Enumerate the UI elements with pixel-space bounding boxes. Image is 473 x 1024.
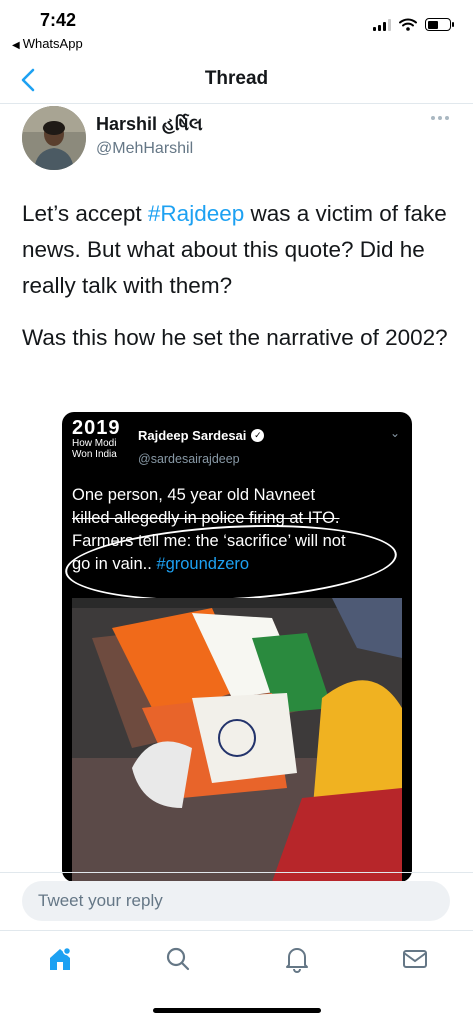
verified-icon: ✓ [251,429,265,442]
embedded-author-handle: @sardesairajdeep [138,452,240,466]
chevron-down-icon: ⌄ [389,426,400,440]
embedded-line: One person, 45 year old Navneet [72,486,316,504]
bell-icon [286,948,308,973]
nav-bar: Thread [0,56,473,104]
tab-search[interactable] [162,943,194,975]
tab-home[interactable] [44,943,76,975]
home-icon [50,946,72,970]
status-time: 7:42 [40,10,77,30]
mail-icon [403,950,427,968]
cellular-signal-icon [373,18,391,31]
battery-icon [425,18,454,31]
author-handle[interactable]: @MehHarshil [96,140,193,158]
embedded-avatar-line1: How Modi [72,438,117,449]
reply-input[interactable] [22,881,450,921]
back-to-app-link[interactable]: ◀ WhatsApp [12,36,83,51]
page-title: Thread [204,68,269,89]
embedded-avatar: 2019 How Modi Won India [72,418,128,478]
tweet-text-part: Let’s accept [22,201,148,226]
search-icon [166,947,190,971]
back-triangle-icon: ◀ [12,40,20,51]
home-indicator [153,1008,321,1013]
tweet-text: Let’s accept #Rajdeep was a victim of fa… [22,196,462,372]
status-icons [373,18,454,31]
embedded-photo [72,598,402,882]
reply-bar [0,872,473,930]
wifi-icon [399,18,417,31]
tab-messages[interactable] [399,943,431,975]
battery-fill [427,20,438,29]
embedded-author-name: Rajdeep Sardesai ✓ [138,428,265,443]
status-bar: 7:42 ◀ WhatsApp [0,0,473,56]
embedded-avatar-year: 2019 [72,417,121,439]
embedded-avatar-line2: Won India [72,449,117,460]
author-avatar[interactable] [22,106,86,170]
tweet-media-image[interactable]: 2019 How Modi Won India Rajdeep Sardesai… [62,412,412,882]
tab-notifications[interactable] [281,943,313,975]
hashtag-link[interactable]: #Rajdeep [148,201,244,226]
embedded-author-name-text: Rajdeep Sardesai [138,428,247,443]
tweet-paragraph-2: Was this how he set the narrative of 200… [22,325,448,350]
more-options-icon[interactable] [431,116,449,120]
back-app-label: WhatsApp [22,36,83,51]
author-name[interactable]: Harshil હર્ષિલ [96,114,203,135]
tweet-paragraph-1: Let’s accept #Rajdeep was a victim of fa… [22,196,462,304]
